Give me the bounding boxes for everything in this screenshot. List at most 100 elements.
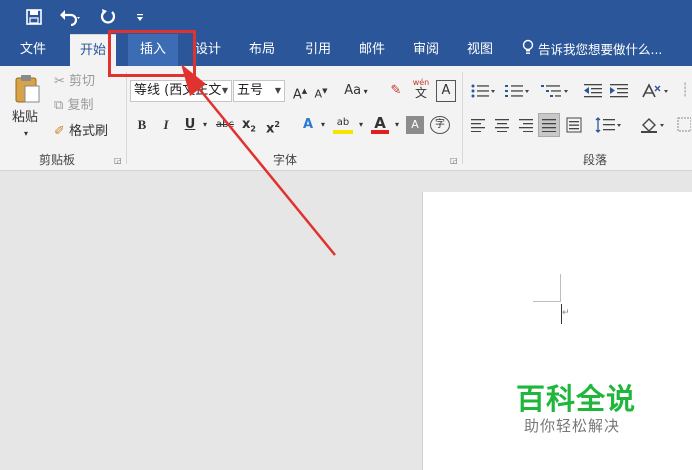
align-center-icon bbox=[495, 119, 509, 132]
font-color-bar bbox=[371, 130, 389, 134]
format-painter-label: 格式刷 bbox=[69, 124, 109, 139]
paint-bucket-icon bbox=[641, 118, 664, 133]
save-icon[interactable] bbox=[24, 6, 44, 28]
highlight-dropdown-icon[interactable]: ▾ bbox=[356, 114, 366, 136]
margin-marker bbox=[533, 301, 561, 302]
decrease-indent-icon bbox=[584, 84, 602, 98]
superscript-button[interactable]: x2 bbox=[264, 114, 282, 136]
multilevel-list-button[interactable] bbox=[538, 80, 572, 102]
bullets-icon bbox=[471, 84, 495, 98]
title-bar bbox=[0, 0, 692, 34]
customize-qat-icon[interactable] bbox=[134, 6, 146, 28]
chinese-layout-button[interactable] bbox=[640, 80, 672, 102]
phonetic-guide-bottom: 文 bbox=[414, 86, 427, 100]
shrink-font-button[interactable]: A▼ bbox=[312, 80, 330, 102]
chinese-layout-icon bbox=[642, 83, 668, 98]
character-shading-button[interactable]: A bbox=[406, 116, 424, 134]
tab-mailings[interactable]: 邮件 bbox=[350, 34, 394, 66]
watermark-subtitle: 助你轻松解决 bbox=[524, 417, 621, 435]
clipboard-group-label: 剪贴板 bbox=[38, 153, 75, 167]
align-right-icon bbox=[519, 119, 533, 132]
lightbulb-icon bbox=[522, 35, 534, 67]
copy-icon: ⧉ bbox=[54, 98, 64, 113]
align-right-button[interactable] bbox=[516, 114, 536, 136]
margin-marker bbox=[560, 274, 561, 302]
decrease-indent-button[interactable] bbox=[582, 80, 604, 102]
tab-file[interactable]: 文件 bbox=[10, 34, 56, 66]
numbering-button[interactable] bbox=[502, 80, 532, 102]
bullets-button[interactable] bbox=[468, 80, 498, 102]
undo-icon[interactable] bbox=[58, 6, 84, 28]
align-left-icon bbox=[471, 119, 485, 132]
watermark-title: 百科全说 bbox=[516, 382, 637, 416]
font-name-combo[interactable]: 等线 (西文正文 ▼ bbox=[130, 80, 232, 102]
cut-button[interactable]: ✂ 剪切 bbox=[54, 72, 95, 92]
numbering-icon bbox=[505, 85, 529, 97]
change-case-icon: Aa bbox=[344, 83, 362, 98]
distributed-icon bbox=[566, 117, 582, 133]
font-color-button[interactable]: A bbox=[370, 112, 390, 134]
italic-button[interactable]: I bbox=[158, 114, 174, 136]
text-effects-dropdown-icon[interactable]: ▾ bbox=[318, 114, 328, 136]
tab-layout[interactable]: 布局 bbox=[240, 34, 284, 66]
enclose-characters-button[interactable]: 字 bbox=[430, 116, 450, 134]
borders-icon bbox=[677, 117, 692, 132]
font-launcher-icon[interactable]: ◲ bbox=[450, 156, 458, 165]
justify-button[interactable] bbox=[538, 113, 560, 137]
redo-icon[interactable] bbox=[98, 6, 118, 28]
chevron-down-icon: ▼ bbox=[274, 86, 281, 95]
tell-me-text: 告诉我您想要做什么... bbox=[537, 42, 663, 57]
paragraph-group-label: 段落 bbox=[582, 153, 607, 167]
group-divider bbox=[462, 72, 463, 164]
tab-view[interactable]: 视图 bbox=[458, 34, 502, 66]
phonetic-guide-button[interactable]: wén 文 bbox=[410, 78, 432, 100]
change-case-button[interactable]: Aa ▾ bbox=[340, 80, 372, 102]
tab-references[interactable]: 引用 bbox=[296, 34, 340, 66]
font-size-combo[interactable]: 五号 ▼ bbox=[233, 80, 285, 102]
increase-indent-icon bbox=[610, 84, 628, 98]
justify-icon bbox=[542, 119, 556, 132]
align-center-button[interactable] bbox=[492, 114, 512, 136]
sort-icon[interactable]: ┊ bbox=[678, 80, 692, 102]
line-spacing-icon bbox=[595, 117, 621, 133]
highlight-button[interactable]: ab bbox=[332, 112, 354, 134]
strikethrough-button[interactable]: abc bbox=[214, 114, 236, 136]
font-size-value: 五号 bbox=[237, 83, 264, 98]
bold-button[interactable]: B bbox=[134, 114, 150, 136]
character-border-button[interactable]: A bbox=[436, 80, 456, 102]
distributed-button[interactable] bbox=[564, 114, 584, 136]
scissors-icon: ✂ bbox=[54, 74, 65, 89]
font-group-label: 字体 bbox=[272, 153, 297, 167]
subscript-button[interactable]: x2 bbox=[240, 114, 258, 136]
font-name-value: 等线 (西文正文 bbox=[134, 83, 222, 98]
clear-formatting-icon[interactable]: ✎ bbox=[386, 80, 406, 102]
text-effects-button[interactable]: A bbox=[298, 114, 318, 136]
subscript-mark: 2 bbox=[250, 124, 256, 134]
align-left-button[interactable] bbox=[468, 114, 488, 136]
grow-font-icon: A bbox=[292, 87, 302, 103]
tab-review[interactable]: 审阅 bbox=[404, 34, 448, 66]
group-divider bbox=[126, 72, 127, 164]
grow-font-button[interactable]: A▲ bbox=[291, 80, 309, 102]
shading-button[interactable] bbox=[638, 114, 668, 136]
underline-dropdown-icon[interactable]: ▾ bbox=[200, 114, 210, 136]
clipboard-icon bbox=[14, 74, 40, 108]
ribbon-home: 粘贴 ▾ ✂ 剪切 ⧉ 复制 ✐ 格式刷 剪贴板 ◲ 等线 (西文正文 ▼ 五号… bbox=[0, 66, 692, 171]
tell-me-search[interactable]: 告诉我您想要做什么... bbox=[522, 34, 662, 66]
chevron-down-icon: ▼ bbox=[221, 86, 228, 95]
multilevel-list-icon bbox=[541, 85, 568, 97]
superscript-mark: 2 bbox=[274, 120, 280, 129]
shrink-font-icon: A bbox=[314, 87, 323, 101]
copy-button[interactable]: ⧉ 复制 bbox=[54, 96, 93, 116]
cut-label: 剪切 bbox=[69, 74, 96, 89]
line-spacing-button[interactable] bbox=[594, 114, 624, 136]
highlight-icon: ab bbox=[336, 117, 350, 128]
paste-button[interactable]: 粘贴 ▾ bbox=[8, 72, 48, 144]
increase-indent-button[interactable] bbox=[608, 80, 630, 102]
highlight-box bbox=[108, 30, 196, 77]
font-color-dropdown-icon[interactable]: ▾ bbox=[392, 114, 402, 136]
format-painter-button[interactable]: ✐ 格式刷 bbox=[54, 122, 108, 142]
clipboard-launcher-icon[interactable]: ◲ bbox=[114, 156, 122, 165]
borders-button[interactable] bbox=[676, 114, 692, 136]
underline-button[interactable]: U bbox=[182, 114, 198, 136]
